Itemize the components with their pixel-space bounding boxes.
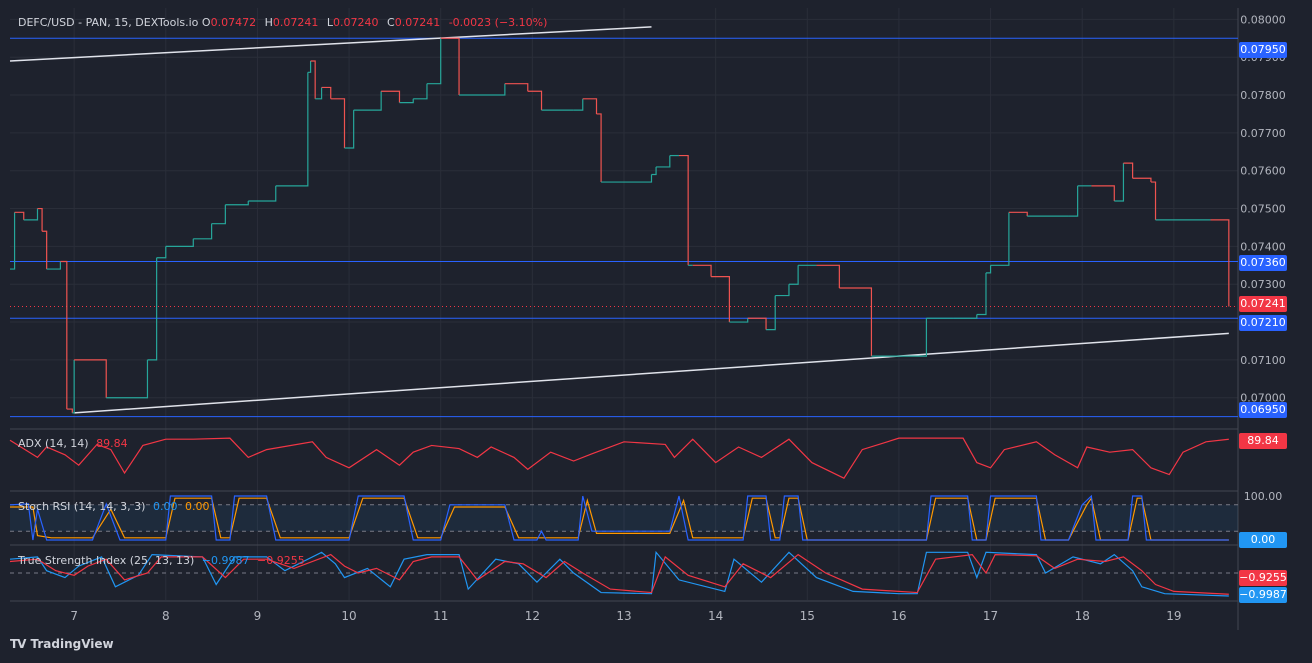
tsi-tag: −0.9987 (1239, 587, 1287, 603)
x-tick-label: 8 (162, 609, 170, 623)
stoch-tag: 0.00 (1239, 532, 1287, 548)
stoch-rsi-name: Stoch RSI (14, 14, 3, 3) (18, 500, 146, 513)
tsi-signal-tag: −0.9255 (1239, 570, 1287, 586)
x-tick-label: 19 (1166, 609, 1181, 623)
price-tag-0795: 0.07950 (1239, 42, 1287, 58)
symbol-label: DEFC/USD - PAN, 15, DEXTools.io (18, 16, 199, 29)
x-tick-label: 11 (433, 609, 448, 623)
high-key: H (264, 16, 273, 29)
x-tick-label: 7 (70, 609, 78, 623)
x-tick-label: 17 (983, 609, 998, 623)
x-tick-label: 13 (616, 609, 631, 623)
adx-value: 89.84 (96, 437, 128, 450)
stoch-rsi-label[interactable]: Stoch RSI (14, 14, 3, 3) 0.00 0.00 (18, 500, 209, 513)
tsi-label[interactable]: True Strength Index (25, 13, 13) −0.9987… (18, 554, 305, 567)
y-tick-label: 0.07300 (1240, 278, 1286, 291)
x-tick-label: 18 (1075, 609, 1090, 623)
brand-name: TradingView (30, 637, 114, 651)
price-tag-0721: 0.07210 (1239, 315, 1287, 331)
x-tick-label: 14 (708, 609, 723, 623)
tsi-name: True Strength Index (25, 13, 13) (18, 554, 195, 567)
y-tick-label: 0.07100 (1240, 354, 1286, 367)
chart-header: DEFC/USD - PAN, 15, DEXTools.io O0.07472… (18, 16, 552, 29)
x-tick-label: 16 (891, 609, 906, 623)
price-tag-0736: 0.07360 (1239, 255, 1287, 271)
tradingview-brand[interactable]: TV TradingView (10, 637, 114, 651)
tradingview-logo-icon: TV (10, 637, 27, 651)
adx-tag: 89.84 (1239, 433, 1287, 449)
x-tick-label: 15 (800, 609, 815, 623)
x-tick-label: 10 (341, 609, 356, 623)
y-tick-label: 0.07400 (1240, 240, 1286, 253)
open-key: O (201, 16, 211, 29)
adx-label[interactable]: ADX (14, 14) 89.84 (18, 437, 128, 450)
y-tick-label: 0.07600 (1240, 165, 1286, 178)
x-tick-label: 9 (254, 609, 262, 623)
change-value: -0.0023 (−3.10%) (448, 16, 548, 29)
stoch-axis-label: 100.00 (1244, 490, 1283, 503)
y-tick-label: 0.07700 (1240, 127, 1286, 140)
tsi-value: −0.9987 (201, 554, 250, 567)
y-tick-label: 0.08000 (1240, 13, 1286, 26)
tsi-signal-value: −0.9255 (257, 554, 305, 567)
price-tag-current: 0.07241 (1239, 296, 1287, 312)
stoch-k-value: 0.00 (152, 500, 178, 513)
stoch-d-value: 0.00 (184, 500, 210, 513)
adx-name: ADX (14, 14) (18, 437, 89, 450)
y-tick-label: 0.07500 (1240, 203, 1286, 216)
low-value: 0.07240 (333, 16, 379, 29)
x-tick-label: 12 (525, 609, 540, 623)
open-value: 0.07472 (210, 16, 257, 29)
close-key: C (387, 16, 395, 29)
y-tick-label: 0.07800 (1240, 89, 1286, 102)
high-value: 0.07241 (272, 16, 319, 29)
price-tag-0695: 0.06950 (1239, 402, 1287, 418)
close-value: 0.07241 (394, 16, 441, 29)
